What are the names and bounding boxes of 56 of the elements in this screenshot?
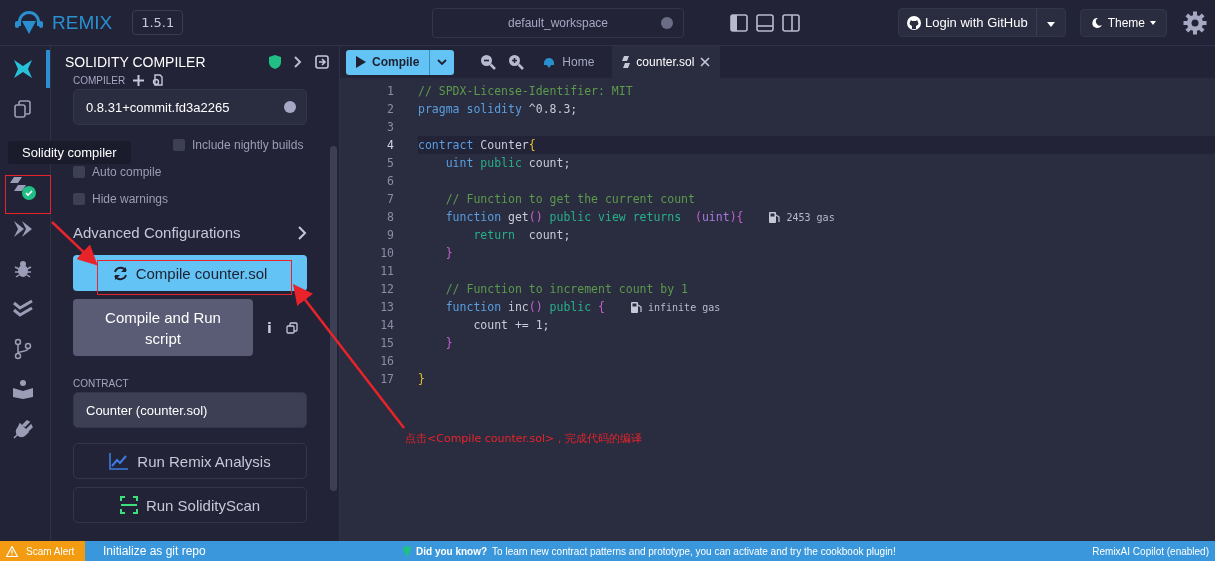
code-line: contract Counter{ xyxy=(418,138,536,152)
code-line: function get() public view returns (uint){ xyxy=(444,210,744,224)
option-label: Include nightly builds xyxy=(192,137,304,152)
line-number: 1 xyxy=(386,84,394,98)
workspace-select[interactable]: default_workspace xyxy=(432,7,684,38)
contract-select[interactable]: Counter (counter.sol) xyxy=(73,392,307,428)
action-button[interactable]: Run Remix Analysis xyxy=(73,443,307,479)
compiler-version-select[interactable]: 0.8.31+commit.fd3a2265 xyxy=(73,89,307,125)
theme-button[interactable]: Theme xyxy=(1079,8,1167,37)
line-number: 12 xyxy=(379,282,394,296)
line-number: 2 xyxy=(386,102,394,116)
editor-tab[interactable]: counter.sol xyxy=(612,46,721,78)
line-number: 17 xyxy=(379,372,394,386)
action-button[interactable]: Run SolidityScan xyxy=(73,487,307,523)
line-number: 11 xyxy=(379,264,394,278)
tip-text: To learn new contract patterns and prototype, you can activate and try the cookbook plugin! xyxy=(492,545,896,557)
advanced-configurations-toggle[interactable]: Advanced Configurations xyxy=(73,224,307,241)
code-line: function inc() public { xyxy=(444,300,605,314)
line-number: 6 xyxy=(386,174,394,188)
line-number: 8 xyxy=(386,210,394,224)
panel-title: SOLIDITY COMPILER xyxy=(65,54,207,70)
tooltip: Solidity compiler xyxy=(8,141,131,164)
option-label: Hide warnings xyxy=(92,191,169,206)
line-number: 4 xyxy=(386,138,394,152)
option-label: Auto compile xyxy=(92,164,162,179)
code-line: } xyxy=(444,246,453,260)
line-number: 7 xyxy=(386,192,394,206)
app-name: REMIX xyxy=(52,11,113,34)
line-number: 5 xyxy=(386,156,394,170)
contract-label: CONTRACT xyxy=(73,378,130,389)
line-number: 15 xyxy=(379,336,394,350)
line-number: 10 xyxy=(379,246,394,260)
tip-title: Did you know? xyxy=(416,545,488,557)
info-label[interactable]: i xyxy=(267,319,272,336)
line-number: 3 xyxy=(386,120,394,134)
code-line: // SPDX-License-Identifier: MIT xyxy=(418,84,633,98)
code-line: } xyxy=(418,372,425,386)
version-label: 1.5.1 xyxy=(132,10,184,35)
gas-estimate: infinite gas xyxy=(648,301,721,313)
line-number: 9 xyxy=(386,228,394,242)
code-line: // Function to increment count by 1 xyxy=(444,282,689,296)
line-number: 13 xyxy=(379,300,394,314)
code-line: // Function to get the current count xyxy=(444,192,695,206)
compile-button[interactable]: Compile counter.sol xyxy=(73,255,307,291)
line-number: 16 xyxy=(379,354,394,368)
code-line: uint public count; xyxy=(444,156,571,170)
code-line: return count; xyxy=(472,228,571,242)
compiler-label: COMPILER xyxy=(73,74,126,86)
annotation-note: 点击<Compile counter.sol>，完成代码的编译 xyxy=(405,431,643,446)
editor-tab[interactable]: Home xyxy=(532,46,605,78)
code-line: } xyxy=(444,336,453,350)
line-number: 14 xyxy=(379,318,394,332)
compile-and-run-button[interactable]: Compile and Run script xyxy=(73,299,253,356)
gas-estimate: 2453 gas xyxy=(786,211,835,223)
code-line: count += 1; xyxy=(472,318,550,332)
code-line: pragma solidity ^0.8.3; xyxy=(418,102,578,116)
